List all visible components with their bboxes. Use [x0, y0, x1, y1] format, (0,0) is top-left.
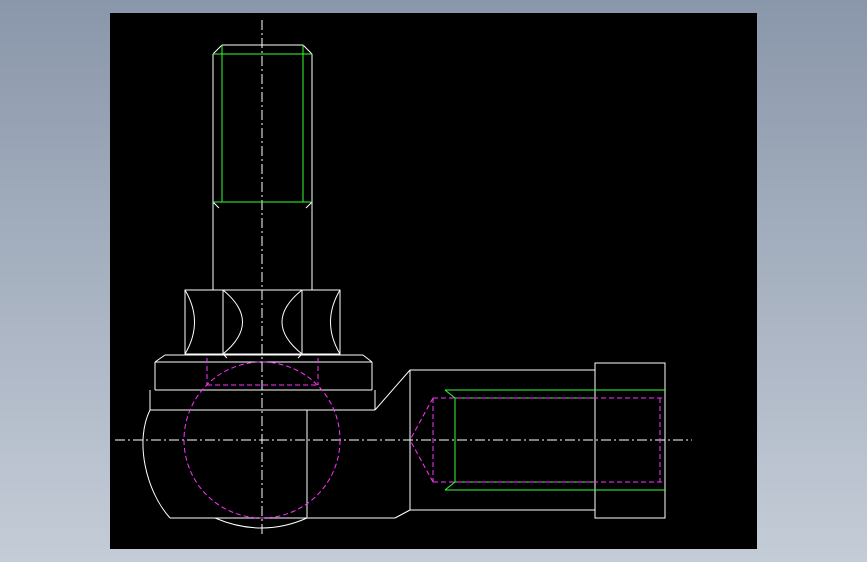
cad-viewport[interactable]	[110, 13, 757, 549]
hidden-lines	[183, 358, 665, 519]
socket-housing	[142, 369, 595, 529]
ball-joint-drawing	[115, 20, 692, 535]
centerlines	[115, 20, 692, 535]
